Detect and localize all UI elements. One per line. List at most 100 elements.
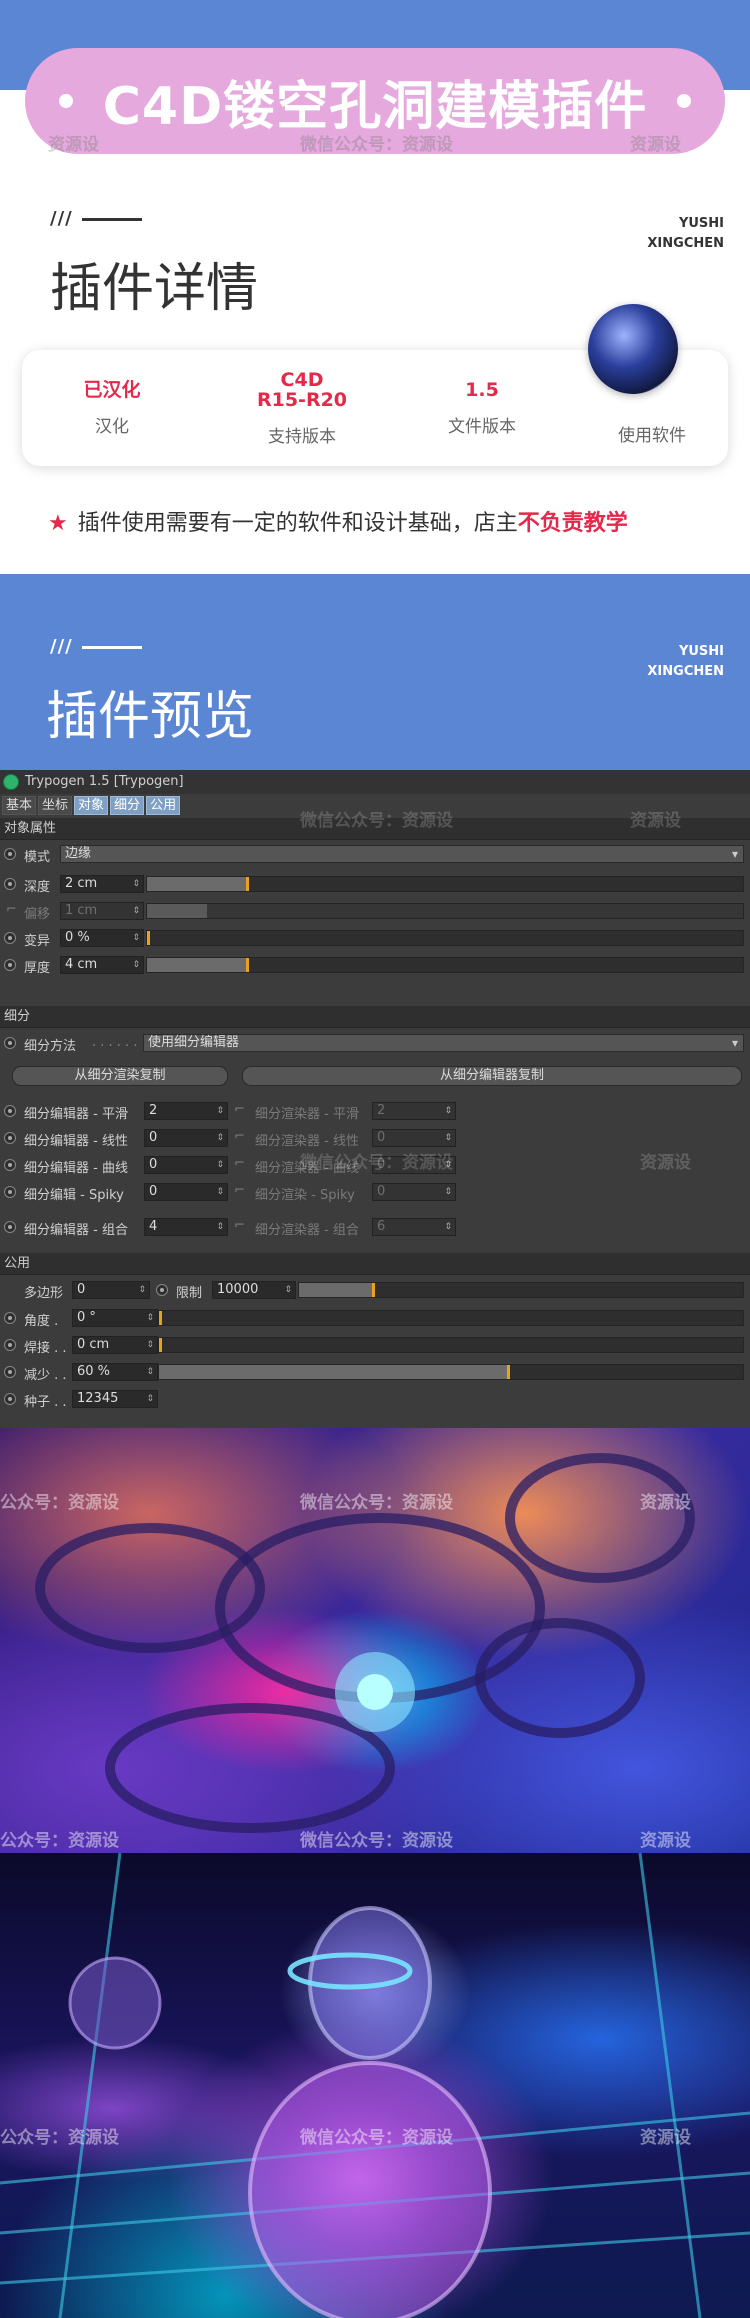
animate-radio[interactable] xyxy=(4,1132,16,1144)
copy-from-editor-button[interactable]: 从细分编辑器复制 xyxy=(242,1066,742,1086)
editor-field[interactable]: 4 xyxy=(144,1218,228,1236)
animate-radio[interactable] xyxy=(4,1159,16,1171)
depth-field[interactable]: 2 cm xyxy=(60,875,144,893)
row-weld: 焊接 . . 0 cm xyxy=(0,1334,750,1356)
detail-file-version: 1.5 文件版本 xyxy=(412,350,552,466)
render-field[interactable]: 0 xyxy=(372,1183,456,1201)
animate-radio[interactable] xyxy=(4,1221,16,1233)
mode-label: 模式 xyxy=(24,850,51,865)
mode-dropdown[interactable]: 边缘 xyxy=(60,845,744,863)
brand-line2: XINGCHEN xyxy=(647,236,724,251)
brand-line1: YUSHI xyxy=(678,216,724,231)
star-icon: ★ xyxy=(48,511,68,536)
tab-common[interactable]: 公用 xyxy=(146,796,181,815)
editor-field[interactable]: 0 xyxy=(144,1156,228,1174)
limit-field[interactable]: 10000 xyxy=(212,1281,296,1299)
row-reduce: 减少 . . 60 % xyxy=(0,1361,750,1383)
render-field[interactable]: 0 xyxy=(372,1129,456,1147)
link-icon: ⌐ xyxy=(6,902,17,917)
variation-field[interactable]: 0 % xyxy=(60,929,144,947)
group-subdivision[interactable]: 细分 xyxy=(0,1006,750,1028)
link-icon: ⌐ xyxy=(234,1102,245,1117)
seed-label: 种子 . . xyxy=(24,1395,67,1410)
render-label: 细分渲染器 - 线性 xyxy=(255,1134,359,1149)
animate-radio[interactable] xyxy=(4,878,16,890)
brand-line2: XINGCHEN xyxy=(647,664,724,679)
animate-radio[interactable] xyxy=(4,1105,16,1117)
subdiv-method-dropdown[interactable]: 使用细分编辑器 xyxy=(143,1034,744,1052)
variation-slider[interactable] xyxy=(146,930,744,946)
detail-value: 已汉化 xyxy=(83,378,141,401)
thickness-slider[interactable] xyxy=(146,957,744,973)
link-icon: ⌐ xyxy=(234,1129,245,1144)
depth-label: 深度 xyxy=(24,880,51,895)
watermark: 微信公众号：资源设 xyxy=(300,1831,453,1851)
reduce-label: 减少 . . xyxy=(24,1368,67,1383)
animate-radio[interactable] xyxy=(4,1186,16,1198)
offset-field[interactable]: 1 cm xyxy=(60,902,144,920)
editor-field[interactable]: 0 xyxy=(144,1129,228,1147)
link-icon: ⌐ xyxy=(234,1218,245,1233)
link-icon: ⌐ xyxy=(234,1183,245,1198)
brand-line1: YUSHI xyxy=(678,644,724,659)
offset-slider[interactable] xyxy=(146,903,744,919)
section-mark: /// xyxy=(50,636,73,657)
watermark: 公众号：资源设 xyxy=(0,1831,119,1851)
offset-label: 偏移 xyxy=(24,907,51,922)
animate-radio[interactable] xyxy=(4,1339,16,1351)
thickness-field[interactable]: 4 cm xyxy=(60,956,144,974)
tab-subdivision[interactable]: 细分 xyxy=(110,796,145,815)
animate-radio[interactable] xyxy=(4,1312,16,1324)
seed-field[interactable]: 12345 xyxy=(72,1390,158,1408)
lattice-figure xyxy=(0,1853,750,2318)
editor-field[interactable]: 2 xyxy=(144,1102,228,1120)
watermark: 资源设 xyxy=(630,135,681,155)
depth-slider[interactable] xyxy=(146,876,744,892)
editor-field[interactable]: 0 xyxy=(144,1183,228,1201)
weld-label: 焊接 . . xyxy=(24,1341,67,1356)
polygon-field[interactable]: 0 xyxy=(72,1281,150,1299)
editor-label: 细分编辑器 - 线性 xyxy=(24,1134,128,1149)
animate-radio[interactable] xyxy=(156,1284,168,1296)
watermark: 资源设 xyxy=(640,1153,691,1173)
detail-localized: 已汉化 汉化 xyxy=(42,350,182,466)
detail-value: R15-R20 xyxy=(256,388,348,411)
tab-object[interactable]: 对象 xyxy=(74,796,109,815)
animate-radio[interactable] xyxy=(4,932,16,944)
animate-radio[interactable] xyxy=(4,848,16,860)
reduce-field[interactable]: 60 % xyxy=(72,1363,158,1381)
row-offset: ⌐ 偏移 1 cm xyxy=(0,900,750,922)
weld-slider[interactable] xyxy=(158,1337,744,1353)
render-field[interactable]: 2 xyxy=(372,1102,456,1120)
pill-dot-right xyxy=(677,94,692,108)
reduce-slider[interactable] xyxy=(158,1364,744,1380)
group-common[interactable]: 公用 xyxy=(0,1253,750,1275)
usage-note: ★ 插件使用需要有一定的软件和设计基础，店主不负责教学 xyxy=(48,505,628,537)
limit-slider[interactable] xyxy=(298,1282,744,1298)
animate-radio[interactable] xyxy=(4,1366,16,1378)
watermark: 微信公众号：资源设 xyxy=(300,1153,453,1173)
animate-radio[interactable] xyxy=(4,1393,16,1405)
tab-coord[interactable]: 坐标 xyxy=(38,796,73,815)
section-line xyxy=(82,646,142,649)
watermark: 微信公众号：资源设 xyxy=(300,2128,453,2148)
watermark: 微信公众号：资源设 xyxy=(300,811,453,831)
animate-radio[interactable] xyxy=(4,959,16,971)
watermark: 资源设 xyxy=(630,811,681,831)
row-variation: 变异 0 % xyxy=(0,927,750,949)
editor-label: 细分编辑器 - 组合 xyxy=(24,1223,128,1238)
copy-from-render-button[interactable]: 从细分渲染复制 xyxy=(12,1066,228,1086)
preview-title: 插件预览 xyxy=(46,687,255,747)
dots: . . . . . . xyxy=(92,1035,138,1050)
tab-basic[interactable]: 基本 xyxy=(2,796,37,815)
row-editor-smooth: 细分编辑器 - 平滑 2 ⌐ 细分渲染器 - 平滑 2 xyxy=(0,1100,750,1122)
animate-radio[interactable] xyxy=(4,1037,16,1049)
row-editor-combo: 细分编辑器 - 组合 4 ⌐ 细分渲染器 - 组合 6 xyxy=(0,1216,750,1238)
preview-render-1: 微信公众号：资源设 公众号：资源设 资源设 微信公众号：资源设 公众号：资源设 … xyxy=(0,1428,750,1853)
weld-field[interactable]: 0 cm xyxy=(72,1336,158,1354)
note-text: 插件使用需要有一定的软件和设计基础，店主 xyxy=(77,511,518,536)
angle-field[interactable]: 0 ° xyxy=(72,1309,158,1327)
render-field[interactable]: 6 xyxy=(372,1218,456,1236)
angle-slider[interactable] xyxy=(158,1310,744,1326)
panel-title: Trypogen 1.5 [Trypogen] xyxy=(25,774,184,789)
